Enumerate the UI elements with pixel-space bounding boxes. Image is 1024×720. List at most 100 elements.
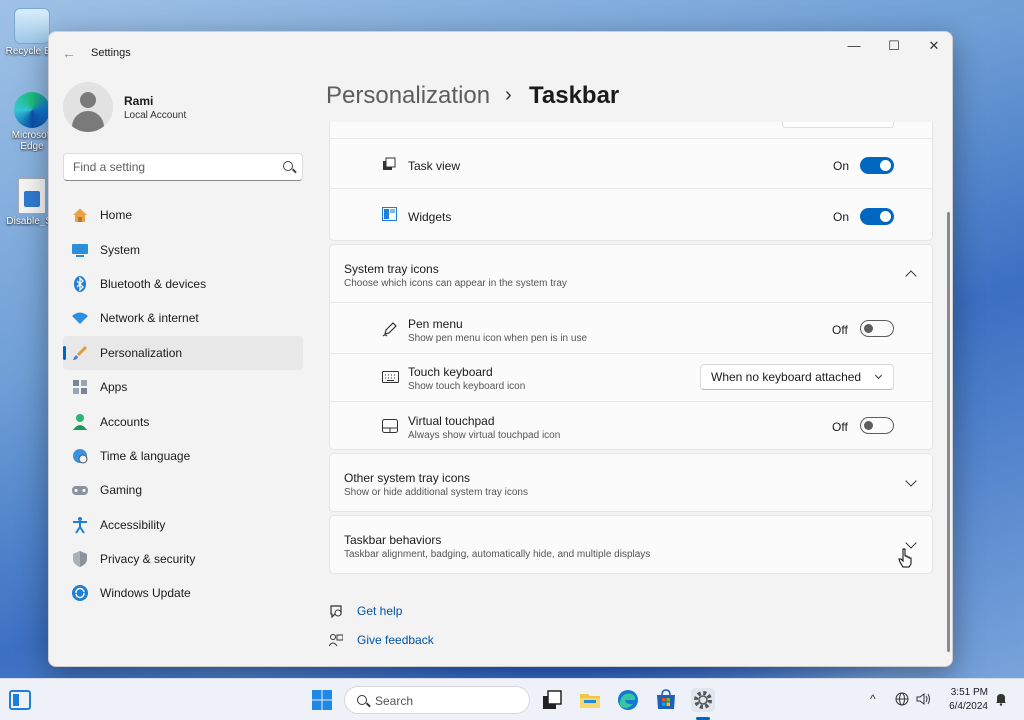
scrollbar[interactable] (947, 212, 950, 652)
task-view-taskbar-icon[interactable] (540, 688, 564, 712)
virtual-touchpad-toggle[interactable] (860, 417, 894, 434)
minimize-button[interactable]: — (834, 32, 874, 62)
task-view-toggle[interactable] (860, 157, 894, 174)
avatar[interactable] (63, 82, 113, 132)
sidebar-item-network[interactable]: Network & internet (63, 301, 303, 335)
search-icon[interactable] (283, 161, 293, 171)
volume-icon[interactable] (916, 692, 932, 709)
home-icon (71, 206, 89, 224)
widgets-icon (382, 207, 398, 223)
give-feedback-link[interactable]: Give feedback (357, 633, 434, 647)
sidebar-item-label: Network & internet (100, 311, 199, 326)
sidebar-item-home[interactable]: Home (63, 198, 303, 232)
sidebar-item-gaming[interactable]: Gaming (63, 473, 303, 507)
taskbar-search-label: Search (375, 694, 414, 708)
sidebar-item-label: Privacy & security (100, 552, 196, 567)
search-icon (357, 695, 367, 705)
task-view-icon (382, 157, 398, 173)
sidebar-item-privacy[interactable]: Privacy & security (63, 542, 303, 576)
touch-keyboard-dropdown[interactable]: When no keyboard attached (700, 364, 894, 390)
taskbar-search-box[interactable]: Search (344, 686, 530, 714)
os-taskbar: Search ^ 3:51 PM 6/4/2024 (0, 678, 1024, 720)
chevron-down-icon[interactable] (905, 537, 917, 549)
sidebar-item-accessibility[interactable]: Accessibility (63, 508, 303, 542)
system-clock[interactable]: 3:51 PM 6/4/2024 (949, 686, 988, 714)
store-icon[interactable] (654, 688, 678, 712)
touch-keyboard-title: Touch keyboard (408, 365, 493, 379)
get-help-link[interactable]: Get help (357, 604, 402, 618)
accessibility-icon (71, 516, 89, 534)
back-arrow-icon[interactable]: ← (59, 43, 79, 63)
sidebar-item-system[interactable]: System (63, 232, 303, 266)
avatar-body (72, 111, 104, 132)
pen-menu-toggle[interactable] (860, 320, 894, 337)
system-tray-header[interactable]: System tray icons Choose which icons can… (330, 245, 932, 302)
monitor-icon (71, 241, 89, 259)
widgets-label: Widgets (408, 210, 452, 224)
help-icon (329, 604, 343, 619)
sidebar-item-time-language[interactable]: Time & language (63, 439, 303, 473)
start-windows-icon[interactable] (310, 688, 334, 712)
apps-grid-icon (71, 378, 89, 396)
tray-overflow-chevron[interactable]: ^ (870, 692, 876, 706)
system-tray-title: System tray icons (344, 262, 439, 276)
shield-icon (71, 550, 89, 568)
pen-icon (382, 321, 398, 337)
sidebar-item-label: Gaming (100, 483, 143, 498)
keyboard-icon (382, 371, 399, 387)
widgets-toggle[interactable] (860, 208, 894, 225)
edge-icon (14, 92, 50, 128)
maximize-button[interactable]: ☐ (874, 32, 914, 62)
script-file-icon (18, 178, 46, 214)
taskbar-items-card: Task view On Widgets On (329, 122, 933, 241)
taskbar-behaviors-card[interactable]: Taskbar behaviors Taskbar alignment, bad… (329, 515, 933, 574)
gamepad-icon (71, 481, 89, 499)
sidebar-item-accounts[interactable]: Accounts (63, 404, 303, 438)
sidebar-item-label: Bluetooth & devices (100, 276, 207, 291)
feedback-icon (329, 633, 344, 647)
network-globe-icon[interactable] (895, 692, 909, 709)
clock-date: 6/4/2024 (949, 701, 988, 712)
sidebar-item-label: Apps (100, 380, 128, 395)
widgets-taskbar-icon[interactable] (8, 688, 32, 712)
hand-cursor-icon (898, 548, 912, 568)
sidebar-item-label: Accessibility (100, 517, 166, 532)
search-input[interactable] (64, 154, 264, 180)
chevron-down-icon[interactable] (905, 475, 917, 487)
person-icon (71, 413, 89, 431)
notification-bell-icon[interactable] (994, 692, 1008, 709)
sidebar-item-label: Home (100, 208, 133, 223)
divider (330, 138, 932, 139)
other-tray-card[interactable]: Other system tray icons Show or hide add… (329, 453, 933, 512)
sidebar-item-windows-update[interactable]: Windows Update (63, 576, 303, 610)
sidebar-item-bluetooth[interactable]: Bluetooth & devices (63, 267, 303, 301)
task-view-label: Task view (408, 159, 461, 173)
system-tray-card: System tray icons Choose which icons can… (329, 244, 933, 450)
divider (330, 353, 932, 354)
clock-time: 3:51 PM (950, 687, 988, 698)
close-button[interactable]: ✕ (914, 32, 952, 62)
system-tray-subtitle: Choose which icons can appear in the sys… (344, 278, 567, 289)
taskbar-behaviors-title: Taskbar behaviors (344, 533, 442, 547)
other-tray-subtitle: Show or hide additional system tray icon… (344, 487, 528, 498)
sidebar-item-personalization[interactable]: Personalization (63, 335, 303, 370)
pen-menu-title: Pen menu (408, 317, 463, 331)
chevron-up-icon[interactable] (905, 270, 917, 282)
search-box[interactable] (63, 153, 303, 181)
taskbar-behaviors-subtitle: Taskbar alignment, badging, automaticall… (344, 549, 651, 560)
settings-gear-icon[interactable] (691, 688, 715, 712)
sidebar-item-label: Time & language (100, 448, 191, 463)
settings-window: ← Settings — ☐ ✕ Rami Local Account Home… (48, 31, 953, 667)
partial-dropdown[interactable] (782, 122, 894, 128)
sidebar-item-label: Accounts (100, 414, 150, 429)
task-view-state: On (833, 159, 850, 173)
title-bar: ← Settings — ☐ ✕ (49, 32, 952, 74)
avatar-person-icon (80, 92, 96, 108)
sidebar-item-apps[interactable]: Apps (63, 370, 303, 404)
user-name: Rami (124, 94, 154, 108)
breadcrumb-parent[interactable]: Personalization (326, 82, 490, 110)
file-explorer-icon[interactable] (578, 688, 602, 712)
virtual-touchpad-state: Off (832, 420, 848, 434)
recycle-bin-icon (14, 8, 50, 44)
edge-taskbar-icon[interactable] (616, 688, 640, 712)
